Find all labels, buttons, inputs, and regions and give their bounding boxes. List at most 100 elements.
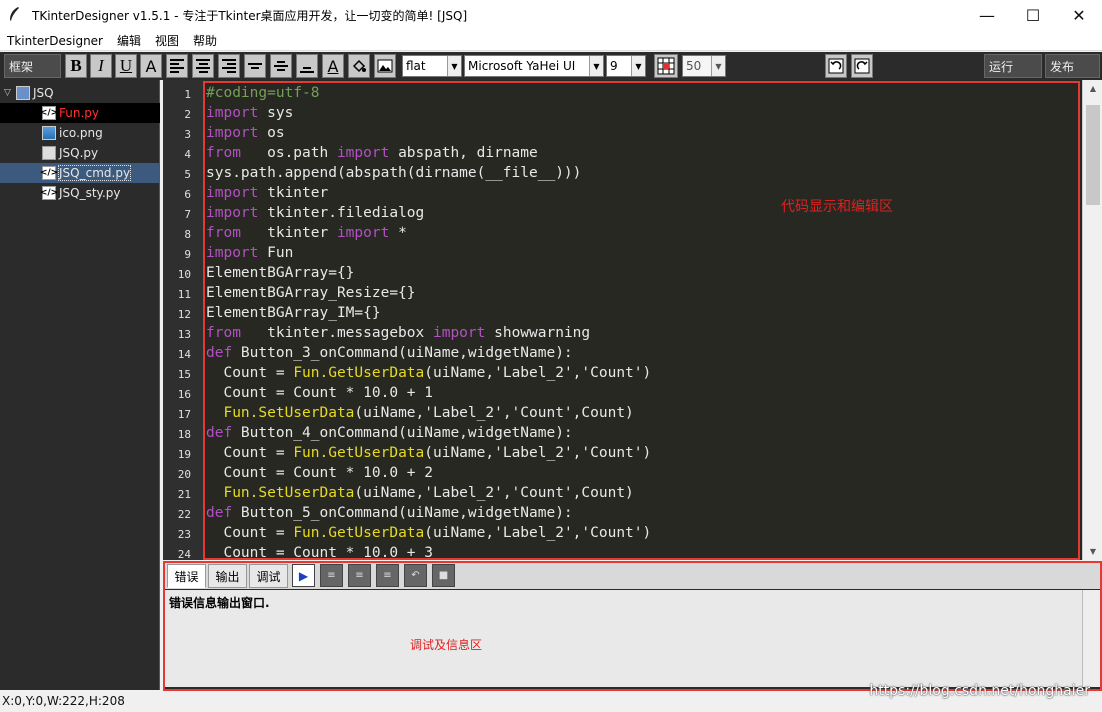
code-line[interactable]: def Button_4_onCommand(uiName,widgetName… (206, 423, 573, 443)
menu-help[interactable]: 帮助 (186, 31, 224, 51)
align-middle-icon[interactable] (270, 54, 292, 78)
code-token: Count = Count * 10.0 + 1 (206, 385, 433, 401)
editor-scrollbar[interactable]: ▲ ▼ (1082, 80, 1102, 560)
code-token: import (206, 105, 259, 121)
code-line[interactable]: from tkinter import * (206, 223, 407, 243)
code-line[interactable]: ElementBGArray={} (206, 263, 354, 283)
line-number: 12 (177, 308, 191, 321)
align-right-icon[interactable] (218, 54, 240, 78)
line-number: 15 (177, 368, 191, 381)
tab-errors[interactable]: 错误 (167, 564, 206, 588)
menu-edit[interactable]: 编辑 (110, 31, 148, 51)
code-editor[interactable]: 1 2 3 4 5 6 7 8 9 10 11 12 13 14 15 16 17 18 19 20 21 22 23 24 … (163, 80, 1102, 560)
error-output-window[interactable]: 错误信息输出窗口. 调试及信息区 (165, 590, 1100, 687)
redo-icon[interactable] (851, 54, 873, 78)
tree-file-item[interactable]: ico.png (0, 123, 160, 143)
underline-button[interactable]: U (115, 54, 137, 78)
code-line[interactable]: sys.path.append(abspath(dirname(__file__… (206, 163, 581, 183)
run-button[interactable]: 运行 (984, 54, 1042, 78)
code-line[interactable]: Count = Fun.GetUserData(uiName,'Label_2'… (206, 363, 651, 383)
menu-view[interactable]: 视图 (148, 31, 186, 51)
code-token: from (206, 145, 241, 161)
scrollbar-thumb[interactable] (1086, 105, 1100, 205)
font-size-select[interactable]: 9 ▼ (606, 55, 646, 77)
grid-icon[interactable] (654, 54, 678, 78)
code-line[interactable]: from tkinter.messagebox import showwarni… (206, 323, 590, 343)
scroll-down-icon[interactable]: ▼ (1083, 543, 1102, 560)
tree-file-item[interactable]: JSQ.py (0, 143, 160, 163)
chevron-down-icon[interactable]: ▼ (447, 56, 461, 76)
fill-bucket-icon[interactable] (348, 54, 370, 78)
step-out-icon[interactable]: ≡ (376, 564, 399, 587)
chevron-down-icon[interactable]: ▼ (589, 56, 603, 76)
code-line[interactable]: ElementBGArray_Resize={} (206, 283, 416, 303)
step-into-icon[interactable]: ≡ (320, 564, 343, 587)
image-icon[interactable] (374, 54, 396, 78)
code-line[interactable]: Fun.SetUserData(uiName,'Label_2','Count'… (206, 403, 633, 423)
italic-button[interactable]: I (90, 54, 112, 78)
close-button[interactable]: ✕ (1056, 0, 1102, 31)
undo-icon[interactable] (825, 54, 847, 78)
code-line[interactable]: Fun.SetUserData(uiName,'Label_2','Count'… (206, 483, 633, 503)
code-token: * (389, 225, 407, 241)
minimize-button[interactable]: — (964, 0, 1010, 31)
bold-button[interactable]: B (65, 54, 87, 78)
code-line[interactable]: from os.path import abspath, dirname (206, 143, 538, 163)
font-button[interactable]: A (140, 54, 162, 78)
code-token: tkinter.messagebox (240, 325, 433, 341)
align-left-icon[interactable] (166, 54, 188, 78)
line-number: 24 (177, 548, 191, 560)
menu-tkinterdesigner[interactable]: TkinterDesigner (0, 31, 110, 51)
align-top-icon[interactable] (244, 54, 266, 78)
window-title: TKinterDesigner v1.5.1 - 专注于Tkinter桌面应用开… (32, 9, 468, 23)
code-line[interactable]: Count = Count * 10.0 + 1 (206, 383, 433, 403)
code-line[interactable]: Count = Count * 10.0 + 2 (206, 463, 433, 483)
code-token: Count = (206, 365, 294, 381)
output-scrollbar[interactable] (1082, 590, 1100, 687)
code-line[interactable]: ElementBGArray_IM={} (206, 303, 381, 323)
app-window: TKinterDesigner v1.5.1 - 专注于Tkinter桌面应用开… (0, 0, 1102, 712)
stop-icon[interactable]: ■ (432, 564, 455, 587)
line-number: 13 (177, 328, 191, 341)
code-line[interactable]: import os (206, 123, 285, 143)
code-line[interactable]: def Button_3_onCommand(uiName,widgetName… (206, 343, 573, 363)
code-line[interactable]: import sys (206, 103, 293, 123)
font-family-select[interactable]: Microsoft YaHei UI ▼ (464, 55, 604, 77)
tree-project-node[interactable]: ▽ JSQ (0, 83, 160, 103)
relief-select[interactable]: flat ▼ (402, 55, 462, 77)
code-line[interactable]: Count = Fun.GetUserData(uiName,'Label_2'… (206, 523, 651, 543)
line-number: 22 (177, 508, 191, 521)
code-line[interactable]: Count = Fun.GetUserData(uiName,'Label_2'… (206, 443, 651, 463)
code-line[interactable]: #coding=utf-8 (206, 83, 320, 103)
code-line[interactable]: import Fun (206, 243, 293, 263)
code-line[interactable]: import tkinter.filedialog (206, 203, 424, 223)
chevron-down-icon[interactable]: ▼ (711, 56, 725, 76)
code-token: sys.path.append(abspath(dirname(__file__… (206, 165, 582, 181)
tree-file-item[interactable]: </> Fun.py (0, 103, 160, 123)
step-over-icon[interactable]: ≡ (348, 564, 371, 587)
publish-button[interactable]: 发布 (1045, 54, 1100, 78)
return-icon[interactable]: ↶ (404, 564, 427, 587)
line-number: 19 (177, 448, 191, 461)
chevron-down-icon[interactable]: ▼ (631, 56, 645, 76)
chevron-down-icon[interactable]: ▽ (4, 88, 16, 98)
code-line[interactable]: def Button_5_onCommand(uiName,widgetName… (206, 503, 573, 523)
tree-file-item[interactable]: </> JSQ_sty.py (0, 183, 160, 203)
frame-button[interactable]: 框架 (4, 54, 61, 78)
align-bottom-icon[interactable] (296, 54, 318, 78)
code-line[interactable]: import tkinter (206, 183, 328, 203)
maximize-button[interactable]: ☐ (1010, 0, 1056, 31)
code-token: showwarning (485, 325, 591, 341)
tab-output[interactable]: 输出 (208, 564, 247, 588)
tree-file-item[interactable]: </> JSQ_cmd.py (0, 163, 160, 183)
code-area[interactable]: #coding=utf-8 import sys import os from os.… (206, 80, 1078, 560)
code-token: Fun.GetUserData (293, 445, 425, 461)
tab-debug[interactable]: 调试 (249, 564, 288, 588)
code-token: (uiName,'Label_2','Count') (424, 445, 652, 461)
run-debug-icon[interactable]: ▶ (292, 564, 315, 587)
code-line[interactable]: Count = Count * 10.0 + 3 (206, 543, 433, 560)
text-color-button[interactable]: A (322, 54, 344, 78)
grid-size-select[interactable]: 50 ▼ (682, 55, 726, 77)
align-center-icon[interactable] (192, 54, 214, 78)
scroll-up-icon[interactable]: ▲ (1083, 80, 1102, 97)
